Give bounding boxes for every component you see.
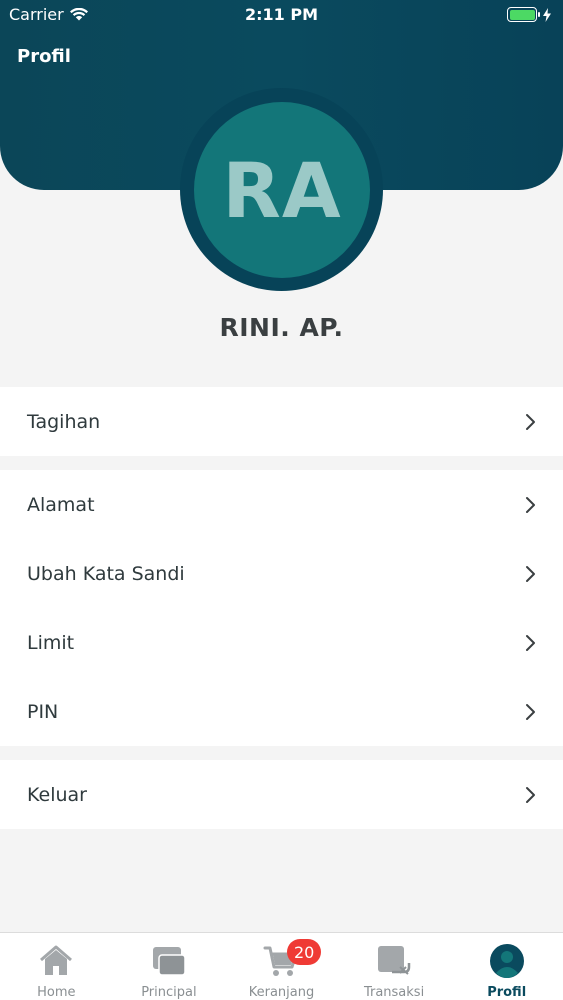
tab-keranjang[interactable]: 20 Keranjang	[225, 933, 338, 1000]
battery-indicator	[507, 7, 551, 22]
menu-item-keluar[interactable]: Keluar	[0, 760, 563, 829]
cart-badge: 20	[287, 939, 322, 965]
page-title: Profil	[17, 46, 71, 67]
status-bar: Carrier 2:11 PM	[0, 0, 563, 30]
profile-name: RINI. AP.	[219, 313, 344, 342]
chevron-right-icon	[526, 496, 535, 513]
tab-label: Transaksi	[363, 985, 425, 1000]
menu-group-account: Alamat Ubah Kata Sandi Limit PIN	[0, 470, 563, 746]
menu-item-ubah-kata-sandi[interactable]: Ubah Kata Sandi	[0, 539, 563, 608]
bottom-tab-bar: Home Principal 20 Keranjang Transaksi Pr…	[0, 932, 563, 1000]
home-icon	[40, 945, 73, 975]
tab-home[interactable]: Home	[0, 933, 113, 1000]
transaction-icon	[378, 946, 411, 975]
tab-label: Profil	[487, 985, 527, 1000]
avatar[interactable]: RA	[194, 102, 370, 278]
battery-icon	[507, 7, 540, 22]
tab-principal[interactable]: Principal	[113, 933, 226, 1000]
menu-item-label: PIN	[27, 700, 59, 723]
principal-icon	[152, 947, 186, 976]
tab-profil[interactable]: Profil	[450, 933, 563, 1000]
menu-item-alamat[interactable]: Alamat	[0, 470, 563, 539]
menu-group-billing: Tagihan	[0, 387, 563, 456]
menu-item-pin[interactable]: PIN	[0, 677, 563, 746]
status-time: 2:11 PM	[244, 5, 318, 24]
chevron-right-icon	[526, 565, 535, 582]
profile-icon	[489, 944, 524, 978]
tab-label: Keranjang	[248, 985, 315, 1000]
menu-group-logout: Keluar	[0, 760, 563, 829]
menu-item-label: Tagihan	[27, 410, 101, 433]
chevron-right-icon	[526, 703, 535, 720]
menu-item-limit[interactable]: Limit	[0, 608, 563, 677]
menu-item-label: Alamat	[27, 493, 95, 516]
menu-item-label: Limit	[27, 631, 75, 654]
charging-bolt-icon	[543, 7, 551, 22]
chevron-right-icon	[526, 634, 535, 651]
menu-item-label: Ubah Kata Sandi	[27, 562, 185, 585]
tab-label: Principal	[141, 985, 197, 1000]
avatar-initials: RA	[222, 145, 342, 235]
menu-item-tagihan[interactable]: Tagihan	[0, 387, 563, 456]
tab-transaksi[interactable]: Transaksi	[338, 933, 451, 1000]
chevron-right-icon	[526, 413, 535, 430]
menu-item-label: Keluar	[27, 783, 87, 806]
tab-label: Home	[37, 985, 76, 1000]
chevron-right-icon	[526, 786, 535, 803]
